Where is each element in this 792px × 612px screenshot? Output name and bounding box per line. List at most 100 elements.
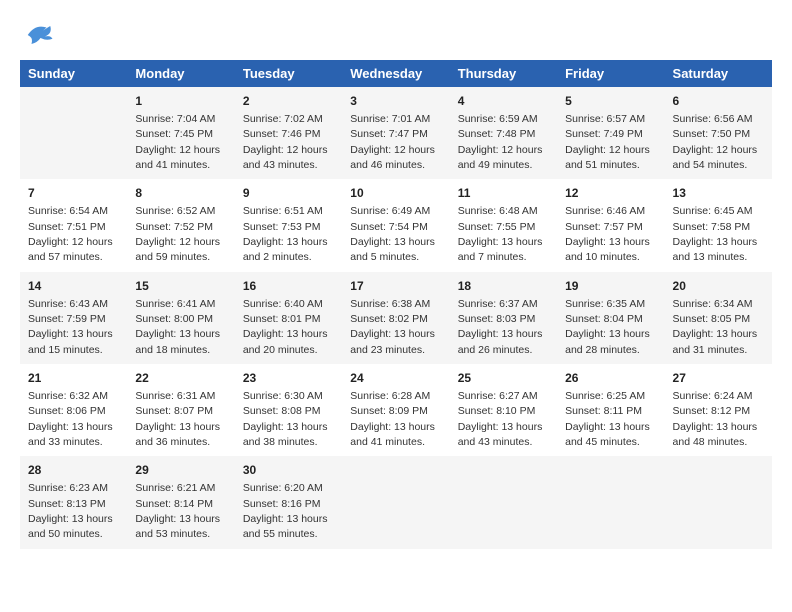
day-info: Sunrise: 6:31 AM Sunset: 8:07 PM Dayligh… xyxy=(135,390,220,448)
calendar-cell: 11 Sunrise: 6:48 AM Sunset: 7:55 PM Dayli… xyxy=(450,179,557,271)
day-number: 19 xyxy=(565,278,656,295)
day-number: 25 xyxy=(458,370,549,387)
day-info: Sunrise: 6:38 AM Sunset: 8:02 PM Dayligh… xyxy=(350,298,435,356)
calendar-cell: 19 Sunrise: 6:35 AM Sunset: 8:04 PM Dayli… xyxy=(557,272,664,364)
day-info: Sunrise: 6:30 AM Sunset: 8:08 PM Dayligh… xyxy=(243,390,328,448)
calendar-cell: 1Sunrise: 7:04 AM Sunset: 7:45 PM Daylig… xyxy=(127,87,234,179)
day-info: Sunrise: 6:27 AM Sunset: 8:10 PM Dayligh… xyxy=(458,390,543,448)
calendar-cell: 14 Sunrise: 6:43 AM Sunset: 7:59 PM Dayli… xyxy=(20,272,127,364)
calendar-cell: 7 Sunrise: 6:54 AM Sunset: 7:51 PM Daylig… xyxy=(20,179,127,271)
day-number: 16 xyxy=(243,278,334,295)
day-number: 26 xyxy=(565,370,656,387)
calendar-cell: 6Sunrise: 6:56 AM Sunset: 7:50 PM Daylig… xyxy=(665,87,772,179)
day-number: 3 xyxy=(350,93,441,110)
day-number: 23 xyxy=(243,370,334,387)
week-row-2: 7 Sunrise: 6:54 AM Sunset: 7:51 PM Daylig… xyxy=(20,179,772,271)
calendar-cell: 18 Sunrise: 6:37 AM Sunset: 8:03 PM Dayli… xyxy=(450,272,557,364)
day-info: Sunrise: 6:59 AM Sunset: 7:48 PM Dayligh… xyxy=(458,113,543,171)
day-info: Sunrise: 6:34 AM Sunset: 8:05 PM Dayligh… xyxy=(673,298,758,356)
day-info: Sunrise: 7:04 AM Sunset: 7:45 PM Dayligh… xyxy=(135,113,220,171)
day-info: Sunrise: 6:32 AM Sunset: 8:06 PM Dayligh… xyxy=(28,390,113,448)
day-info: Sunrise: 6:45 AM Sunset: 7:58 PM Dayligh… xyxy=(673,205,758,263)
day-number: 18 xyxy=(458,278,549,295)
day-number: 15 xyxy=(135,278,226,295)
calendar-cell xyxy=(557,456,664,548)
day-number: 24 xyxy=(350,370,441,387)
day-info: Sunrise: 6:57 AM Sunset: 7:49 PM Dayligh… xyxy=(565,113,650,171)
day-info: Sunrise: 6:21 AM Sunset: 8:14 PM Dayligh… xyxy=(135,482,220,540)
day-info: Sunrise: 6:28 AM Sunset: 8:09 PM Dayligh… xyxy=(350,390,435,448)
day-info: Sunrise: 6:25 AM Sunset: 8:11 PM Dayligh… xyxy=(565,390,650,448)
calendar-cell: 2 Sunrise: 7:02 AM Sunset: 7:46 PM Daylig… xyxy=(235,87,342,179)
day-number: 22 xyxy=(135,370,226,387)
day-number: 9 xyxy=(243,185,334,202)
day-info: Sunrise: 6:20 AM Sunset: 8:16 PM Dayligh… xyxy=(243,482,328,540)
column-header-friday: Friday xyxy=(557,60,664,87)
calendar-cell: 25 Sunrise: 6:27 AM Sunset: 8:10 PM Dayli… xyxy=(450,364,557,456)
column-header-monday: Monday xyxy=(127,60,234,87)
calendar-cell: 12Sunrise: 6:46 AM Sunset: 7:57 PM Dayli… xyxy=(557,179,664,271)
calendar-cell: 24 Sunrise: 6:28 AM Sunset: 8:09 PM Dayli… xyxy=(342,364,449,456)
day-info: Sunrise: 7:01 AM Sunset: 7:47 PM Dayligh… xyxy=(350,113,435,171)
day-info: Sunrise: 7:02 AM Sunset: 7:46 PM Dayligh… xyxy=(243,113,328,171)
calendar-cell: 16 Sunrise: 6:40 AM Sunset: 8:01 PM Dayli… xyxy=(235,272,342,364)
day-number: 4 xyxy=(458,93,549,110)
day-number: 21 xyxy=(28,370,119,387)
day-number: 13 xyxy=(673,185,764,202)
calendar-cell xyxy=(342,456,449,548)
calendar-cell: 29 Sunrise: 6:21 AM Sunset: 8:14 PM Dayli… xyxy=(127,456,234,548)
calendar-cell: 20 Sunrise: 6:34 AM Sunset: 8:05 PM Dayli… xyxy=(665,272,772,364)
calendar-cell: 22 Sunrise: 6:31 AM Sunset: 8:07 PM Dayli… xyxy=(127,364,234,456)
calendar-cell xyxy=(450,456,557,548)
calendar-cell: 8 Sunrise: 6:52 AM Sunset: 7:52 PM Daylig… xyxy=(127,179,234,271)
calendar-body: 1Sunrise: 7:04 AM Sunset: 7:45 PM Daylig… xyxy=(20,87,772,549)
calendar-cell: 9 Sunrise: 6:51 AM Sunset: 7:53 PM Daylig… xyxy=(235,179,342,271)
day-number: 27 xyxy=(673,370,764,387)
week-row-4: 21 Sunrise: 6:32 AM Sunset: 8:06 PM Dayli… xyxy=(20,364,772,456)
calendar-cell: 28 Sunrise: 6:23 AM Sunset: 8:13 PM Dayli… xyxy=(20,456,127,548)
day-info: Sunrise: 6:37 AM Sunset: 8:03 PM Dayligh… xyxy=(458,298,543,356)
day-info: Sunrise: 6:51 AM Sunset: 7:53 PM Dayligh… xyxy=(243,205,328,263)
column-header-saturday: Saturday xyxy=(665,60,772,87)
day-number: 5 xyxy=(565,93,656,110)
calendar-cell: 30 Sunrise: 6:20 AM Sunset: 8:16 PM Dayli… xyxy=(235,456,342,548)
day-info: Sunrise: 6:46 AM Sunset: 7:57 PM Dayligh… xyxy=(565,205,650,263)
calendar-cell: 5 Sunrise: 6:57 AM Sunset: 7:49 PM Daylig… xyxy=(557,87,664,179)
day-number: 8 xyxy=(135,185,226,202)
calendar-cell: 26 Sunrise: 6:25 AM Sunset: 8:11 PM Dayli… xyxy=(557,364,664,456)
day-info: Sunrise: 6:41 AM Sunset: 8:00 PM Dayligh… xyxy=(135,298,220,356)
day-number: 11 xyxy=(458,185,549,202)
day-number: 7 xyxy=(28,185,119,202)
column-header-thursday: Thursday xyxy=(450,60,557,87)
day-number: 10 xyxy=(350,185,441,202)
calendar-cell: 15 Sunrise: 6:41 AM Sunset: 8:00 PM Dayli… xyxy=(127,272,234,364)
day-info: Sunrise: 6:40 AM Sunset: 8:01 PM Dayligh… xyxy=(243,298,328,356)
day-info: Sunrise: 6:54 AM Sunset: 7:51 PM Dayligh… xyxy=(28,205,113,263)
day-info: Sunrise: 6:24 AM Sunset: 8:12 PM Dayligh… xyxy=(673,390,758,448)
calendar-cell: 23 Sunrise: 6:30 AM Sunset: 8:08 PM Dayli… xyxy=(235,364,342,456)
logo-bird-icon xyxy=(24,20,54,50)
day-info: Sunrise: 6:23 AM Sunset: 8:13 PM Dayligh… xyxy=(28,482,113,540)
day-info: Sunrise: 6:48 AM Sunset: 7:55 PM Dayligh… xyxy=(458,205,543,263)
day-number: 17 xyxy=(350,278,441,295)
day-number: 29 xyxy=(135,462,226,479)
day-number: 14 xyxy=(28,278,119,295)
day-number: 20 xyxy=(673,278,764,295)
week-row-5: 28 Sunrise: 6:23 AM Sunset: 8:13 PM Dayli… xyxy=(20,456,772,548)
calendar-cell: 10Sunrise: 6:49 AM Sunset: 7:54 PM Dayli… xyxy=(342,179,449,271)
calendar-cell: 3 Sunrise: 7:01 AM Sunset: 7:47 PM Daylig… xyxy=(342,87,449,179)
day-info: Sunrise: 6:43 AM Sunset: 7:59 PM Dayligh… xyxy=(28,298,113,356)
day-info: Sunrise: 6:52 AM Sunset: 7:52 PM Dayligh… xyxy=(135,205,220,263)
calendar-cell: 17 Sunrise: 6:38 AM Sunset: 8:02 PM Dayli… xyxy=(342,272,449,364)
column-header-wednesday: Wednesday xyxy=(342,60,449,87)
day-info: Sunrise: 6:35 AM Sunset: 8:04 PM Dayligh… xyxy=(565,298,650,356)
column-header-tuesday: Tuesday xyxy=(235,60,342,87)
day-number: 28 xyxy=(28,462,119,479)
calendar-cell: 13 Sunrise: 6:45 AM Sunset: 7:58 PM Dayli… xyxy=(665,179,772,271)
week-row-1: 1Sunrise: 7:04 AM Sunset: 7:45 PM Daylig… xyxy=(20,87,772,179)
day-number: 30 xyxy=(243,462,334,479)
calendar-header: SundayMondayTuesdayWednesdayThursdayFrid… xyxy=(20,60,772,87)
column-header-sunday: Sunday xyxy=(20,60,127,87)
day-number: 2 xyxy=(243,93,334,110)
calendar-table: SundayMondayTuesdayWednesdayThursdayFrid… xyxy=(20,60,772,549)
